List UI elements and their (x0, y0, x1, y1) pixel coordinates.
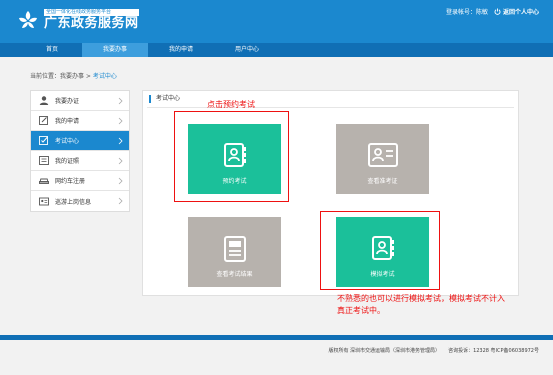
platform-subtitle: 全国一体化在线政务服务平台 (44, 9, 139, 16)
bauhinia-logo-icon (16, 9, 40, 31)
annotation-mock-exam-line2: 真正考试中。 (337, 306, 385, 315)
id-card-icon (39, 197, 49, 205)
breadcrumb-current: 考试中心 (92, 73, 117, 80)
chevron-right-icon (118, 117, 123, 125)
title-divider (147, 107, 514, 108)
sidebar-item-label: 我要办证 (55, 98, 80, 105)
person-icon (39, 96, 49, 105)
sidebar-item-exam-center[interactable]: 考试中心 (31, 131, 129, 151)
tile-label: 查看考试结果 (216, 271, 253, 278)
site-logo[interactable]: 全国一体化在线政务服务平台 广东政务服务网 (16, 9, 139, 31)
sidebar-item-label: 考试中心 (55, 138, 80, 145)
platform-name: 广东政务服务网 (44, 16, 139, 31)
view-exam-results-tile[interactable]: 查看考试结果 (188, 217, 281, 287)
personal-center-link[interactable]: 返回个人中心 (494, 7, 539, 16)
panel-title: 考试中心 (149, 95, 180, 103)
license-icon (39, 156, 49, 165)
sidebar-item-apply-license[interactable]: 我要办证 (31, 91, 129, 111)
exam-icon (39, 136, 48, 145)
breadcrumb-path[interactable]: 当前位置：我要办事 > (30, 73, 93, 80)
nav-home[interactable]: 首页 (22, 43, 82, 57)
footer-hotline: 咨询投诉：12328 粤ICP备06038972号 (448, 348, 539, 354)
highlight-box-mock-exam (320, 211, 440, 290)
site-footer: 版权所有 深圳市交通运输局（深圳市港务管理局） 咨询投诉：12328 粤ICP备… (0, 340, 553, 375)
nav-my-applications[interactable]: 我的申请 (148, 43, 214, 57)
sidebar-item-label: 我的申请 (55, 118, 80, 125)
chevron-right-icon (118, 157, 123, 165)
nav-user-center[interactable]: 用户中心 (214, 43, 280, 57)
annotation-mock-exam-line1: 不熟悉的也可以进行模拟考试，模拟考试不计入 (337, 294, 505, 303)
car-icon (39, 178, 49, 184)
sidebar-item-my-licenses[interactable]: 我的证照 (31, 151, 129, 171)
tile-label: 查看准考证 (367, 178, 398, 185)
sidebar: 我要办证 我的申请 考试中心 我的证照 网约车注册 巡游上岗信息 (30, 90, 130, 212)
chevron-right-icon (118, 97, 123, 105)
account-label: 登录帐号：陈敏 (445, 9, 488, 16)
nav-services[interactable]: 我要办事 (82, 43, 148, 57)
chevron-right-icon (118, 137, 123, 145)
chevron-right-icon (118, 197, 123, 205)
sidebar-item-ride-hailing[interactable]: 网约车注册 (31, 171, 129, 191)
sidebar-item-my-applications[interactable]: 我的申请 (31, 111, 129, 131)
edit-icon (39, 116, 48, 125)
result-document-icon (223, 236, 246, 262)
sidebar-item-cruise-info[interactable]: 巡游上岗信息 (31, 191, 129, 211)
power-icon (494, 8, 501, 15)
footer-copyright: 版权所有 深圳市交通运输局（深圳市港务管理局） (328, 348, 441, 354)
sidebar-item-label: 巡游上岗信息 (55, 198, 92, 206)
view-admission-ticket-tile[interactable]: 查看准考证 (336, 124, 429, 194)
breadcrumb: 当前位置：我要办事 > 考试中心 (30, 71, 117, 80)
sidebar-item-label: 我的证照 (55, 158, 80, 165)
main-nav: 首页 我要办事 我的申请 用户中心 (0, 43, 553, 57)
highlight-box-book-exam (174, 111, 289, 202)
personal-center-label: 返回个人中心 (502, 9, 539, 16)
admission-card-icon (367, 143, 398, 167)
chevron-right-icon (118, 177, 123, 185)
site-header: 全国一体化在线政务服务平台 广东政务服务网 登录帐号：陈敏 返回个人中心 (0, 0, 553, 43)
sidebar-item-label: 网约车注册 (55, 178, 86, 185)
annotation-book-exam: 点击预约考试 (207, 100, 255, 109)
